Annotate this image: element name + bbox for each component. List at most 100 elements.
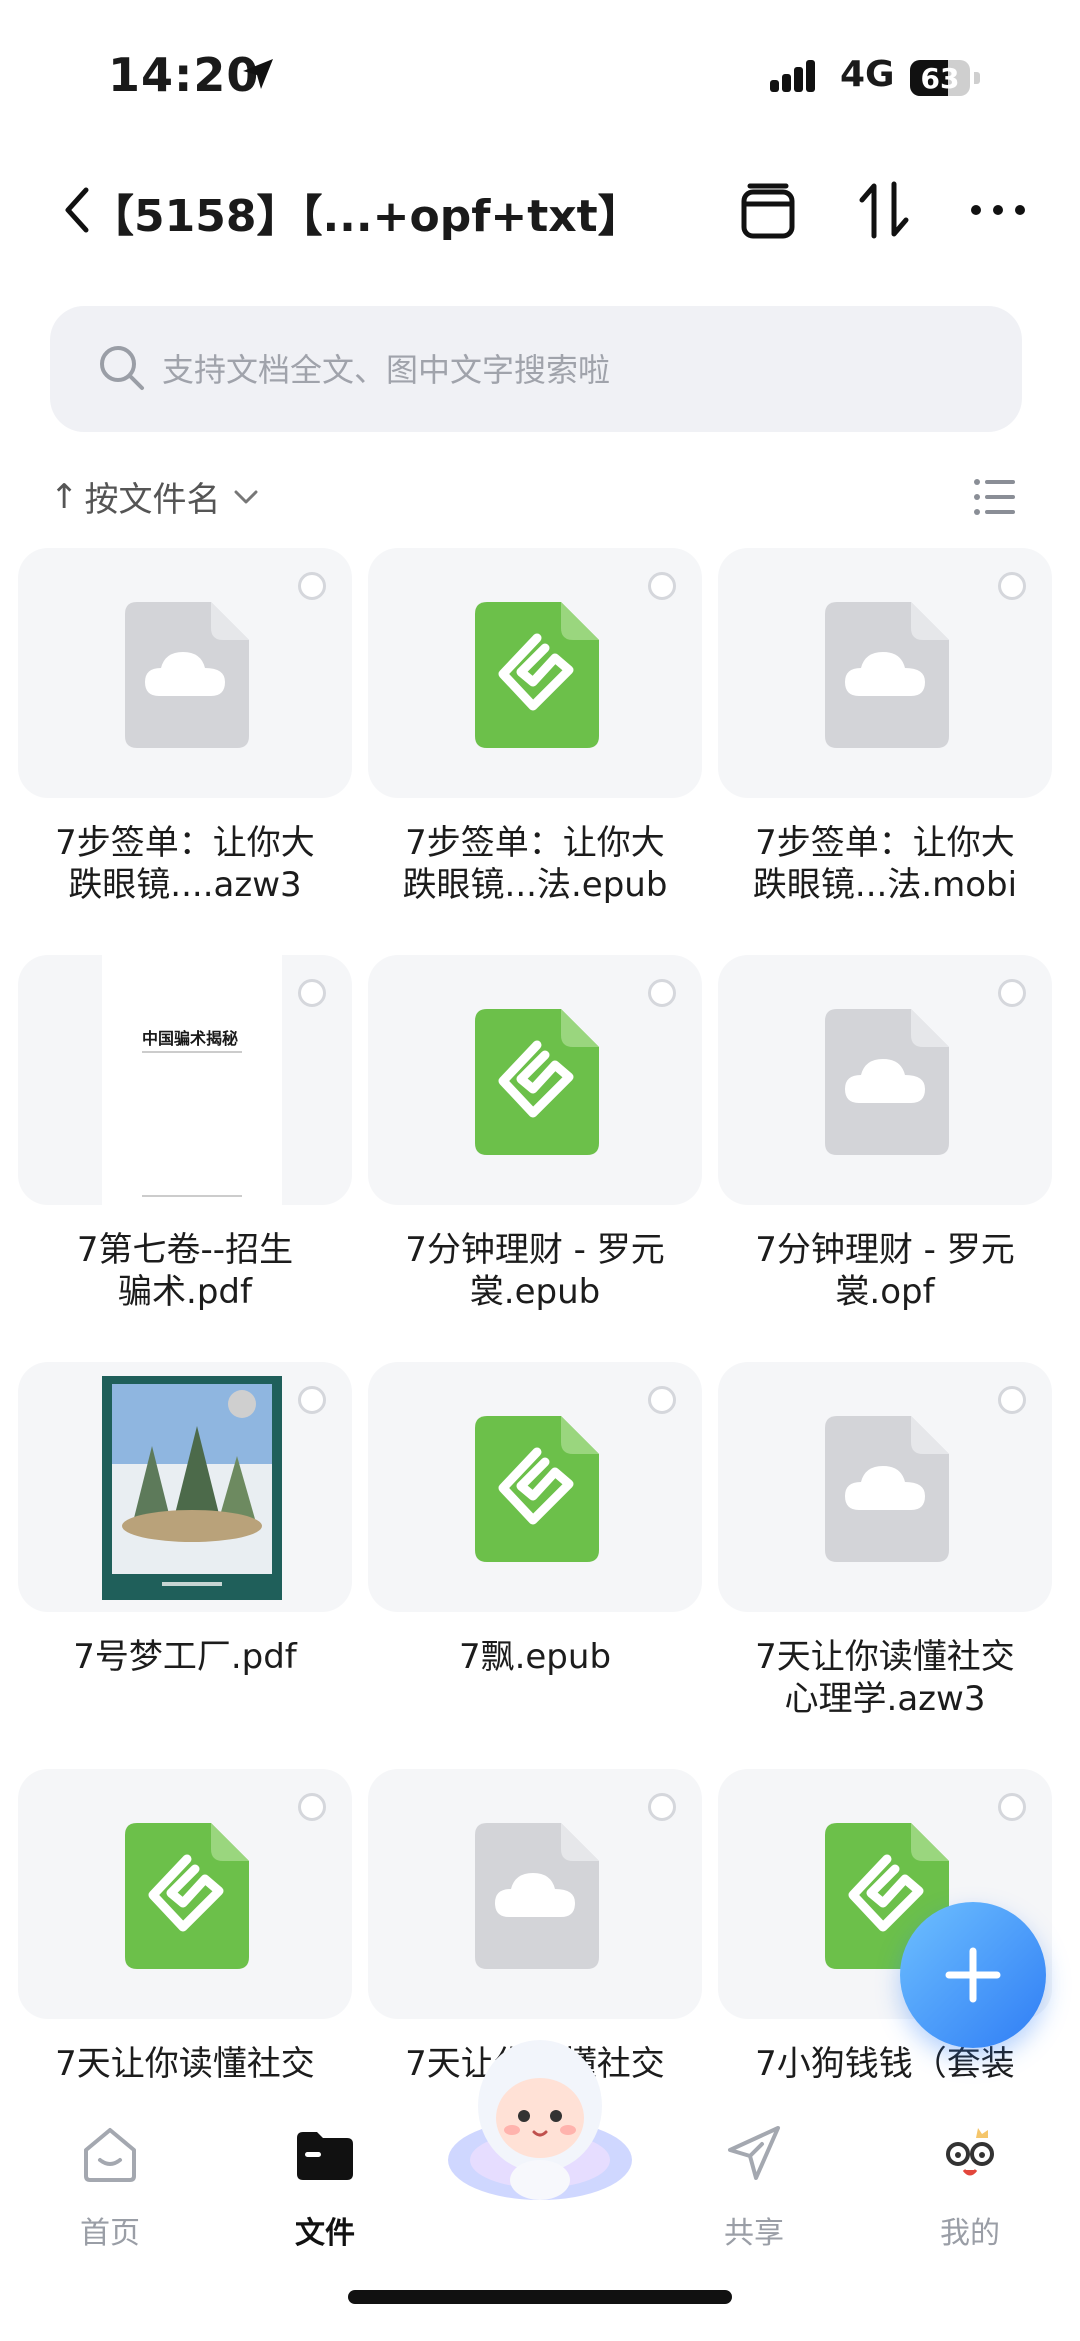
file-name: 7步签单：让你大 跌眼镜....azw3: [18, 822, 352, 906]
epub-file-icon: [475, 1416, 599, 1562]
file-name: 7小狗钱钱（套装: [718, 2043, 1052, 2085]
select-checkbox[interactable]: [998, 979, 1026, 1007]
select-checkbox[interactable]: [298, 572, 326, 600]
nav-home-label: 首页: [80, 2216, 140, 2251]
file-name: 7第七卷--招生 骗术.pdf: [18, 1229, 352, 1313]
file-name-line: 跌眼镜...法.mobi: [752, 865, 1018, 905]
status-time: 14:20: [108, 48, 260, 102]
folder-title: 【5158】【...+opf+txt】: [90, 191, 642, 242]
signal-bars-icon: [770, 60, 815, 92]
select-checkbox[interactable]: [648, 572, 676, 600]
file-name-line: 7步签单：让你大: [405, 823, 665, 863]
nav-share-label: 共享: [724, 2216, 784, 2251]
file-tile[interactable]: [368, 955, 702, 1205]
pdf-thumbnail: 中国骗术揭秘: [102, 955, 282, 1205]
select-checkbox[interactable]: [648, 979, 676, 1007]
select-checkbox[interactable]: [298, 1793, 326, 1821]
file-name: 7分钟理财 - 罗元 裳.epub: [368, 1229, 702, 1313]
select-checkbox[interactable]: [648, 1386, 676, 1414]
sort-ascending-icon: ↑: [50, 476, 79, 517]
search-icon: [100, 346, 144, 390]
top-bar: 【5158】【...+opf+txt】: [0, 160, 1080, 260]
cloud-file-icon: [825, 1009, 949, 1155]
file-name-line: 7分钟理财 - 罗元: [755, 1230, 1015, 1270]
file-name-line: 7天让你读懂社交: [55, 2044, 315, 2084]
nav-files[interactable]: 文件: [245, 2122, 405, 2252]
file-tile[interactable]: [718, 548, 1052, 798]
nav-me-label: 我的: [940, 2216, 1000, 2251]
file-tile[interactable]: [368, 1769, 702, 2019]
file-name-line: 跌眼镜....azw3: [68, 865, 302, 905]
file-name: 7天让你读懂社交: [18, 2043, 352, 2085]
file-name-line: 7天让你读懂社交: [755, 1637, 1015, 1677]
search-bar[interactable]: [50, 306, 1022, 432]
file-tile[interactable]: [18, 1769, 352, 2019]
nav-me[interactable]: 我的: [890, 2122, 1050, 2252]
epub-file-icon: [125, 1823, 249, 1969]
nav-files-label: 文件: [295, 2216, 355, 2251]
status-bar: 14:20 4G 63: [0, 0, 1080, 150]
nav-share[interactable]: 共享: [674, 2122, 834, 2252]
file-name-line: 裳.epub: [469, 1272, 601, 1312]
cloud-file-icon: [475, 1823, 599, 1969]
file-name: 7天让你读懂社交 心理学.azw3: [718, 1636, 1052, 1720]
select-checkbox[interactable]: [298, 979, 326, 1007]
file-tile[interactable]: [368, 548, 702, 798]
file-name-line: 7号梦工厂.pdf: [73, 1637, 297, 1677]
file-tile[interactable]: 中国骗术揭秘: [18, 955, 352, 1205]
battery-percent: 63: [920, 62, 960, 95]
battery-icon: 63: [910, 60, 980, 96]
select-checkbox[interactable]: [998, 1793, 1026, 1821]
file-name-line: 心理学.azw3: [784, 1679, 986, 1719]
chevron-down-icon: [234, 490, 257, 503]
file-tile[interactable]: [368, 1362, 702, 1612]
file-name-line: 7步签单：让你大: [55, 823, 315, 863]
network-type: 4G: [840, 54, 895, 95]
file-tile[interactable]: [718, 955, 1052, 1205]
select-checkbox[interactable]: [648, 1793, 676, 1821]
folder-icon: [297, 2132, 353, 2180]
mascot-assistant-icon[interactable]: [440, 2020, 640, 2220]
file-name-line: 7小狗钱钱（套装: [755, 2044, 1015, 2084]
file-name: 7步签单：让你大 跌眼镜...法.epub: [368, 822, 702, 906]
select-checkbox[interactable]: [298, 1386, 326, 1414]
file-tile[interactable]: [718, 1362, 1052, 1612]
send-paper-plane-icon: [728, 2126, 780, 2180]
nav-home[interactable]: 首页: [30, 2122, 190, 2252]
sort-arrows-icon[interactable]: [852, 178, 916, 242]
list-view-icon[interactable]: [970, 472, 1020, 522]
home-indicator: [348, 2290, 732, 2304]
plus-icon: [945, 1947, 1001, 2003]
file-tile[interactable]: [18, 1362, 352, 1612]
cloud-file-icon: [825, 1416, 949, 1562]
file-name-line: 裳.opf: [835, 1272, 935, 1312]
sort-by-filename-button[interactable]: ↑ 按文件名: [50, 472, 259, 521]
file-name-line: 7分钟理财 - 罗元: [405, 1230, 665, 1270]
file-name-line: 7飘.epub: [458, 1637, 612, 1677]
pdf-thumbnail-title: 中国骗术揭秘: [142, 1029, 239, 1048]
file-name-line: 骗术.pdf: [118, 1272, 252, 1312]
sort-row: ↑ 按文件名: [0, 466, 1080, 526]
location-arrow-icon: [243, 59, 273, 89]
add-button[interactable]: [900, 1902, 1046, 2048]
sort-label: 按文件名: [84, 480, 221, 520]
file-name: 7号梦工厂.pdf: [18, 1636, 352, 1678]
file-name-line: 7步签单：让你大: [755, 823, 1015, 863]
select-checkbox[interactable]: [998, 1386, 1026, 1414]
home-smile-icon: [84, 2128, 136, 2182]
file-name-line: 7第七卷--招生: [76, 1230, 294, 1270]
epub-file-icon: [475, 602, 599, 748]
search-input[interactable]: [160, 336, 984, 404]
file-name-line: 跌眼镜...法.epub: [402, 865, 668, 905]
file-name: 7分钟理财 - 罗元 裳.opf: [718, 1229, 1052, 1313]
file-tile[interactable]: [18, 548, 352, 798]
cover-thumbnail: [102, 1376, 282, 1600]
profile-face-icon: [946, 2128, 994, 2176]
cloud-file-icon: [825, 602, 949, 748]
archive-box-icon[interactable]: [736, 178, 800, 242]
more-dots-icon[interactable]: [966, 178, 1030, 242]
select-checkbox[interactable]: [998, 572, 1026, 600]
cloud-file-icon: [125, 602, 249, 748]
file-name: 7步签单：让你大 跌眼镜...法.mobi: [718, 822, 1052, 906]
epub-file-icon: [475, 1009, 599, 1155]
